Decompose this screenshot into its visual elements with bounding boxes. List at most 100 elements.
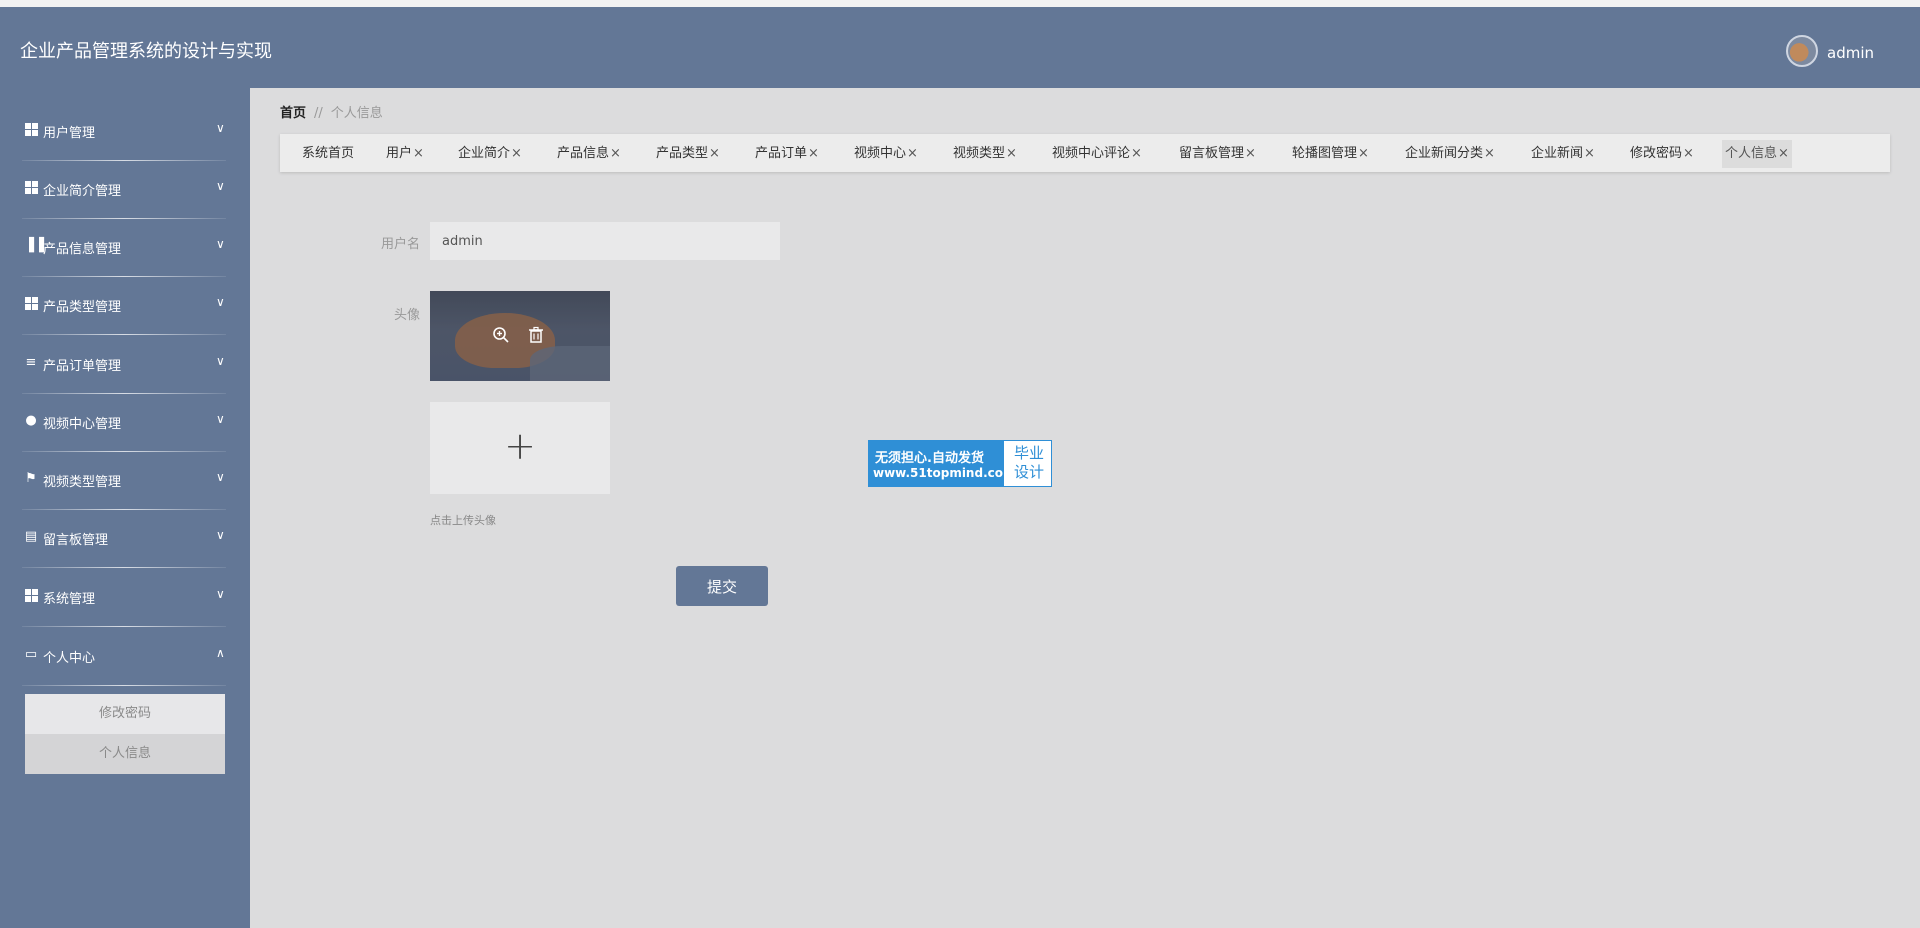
sidebar-item-label: 用户管理 — [43, 126, 96, 141]
tab-product-info[interactable]: 产品信息× — [554, 140, 624, 168]
menu-divider — [22, 334, 226, 335]
chevron-down-icon: ∨ — [216, 354, 225, 368]
user-name[interactable]: admin — [1827, 44, 1874, 62]
sidebar-item-video-type-management[interactable]: ⚑ 视频类型管理 ∨ — [0, 452, 250, 510]
close-icon[interactable]: × — [1584, 146, 1595, 161]
sidebar-item-personal-center[interactable]: ▭ 个人中心 ∧ — [0, 628, 250, 686]
watermark-right1: 毕业 — [1013, 444, 1044, 462]
grid-icon — [24, 297, 38, 311]
zoom-in-icon[interactable] — [492, 326, 510, 348]
chevron-down-icon: ∨ — [216, 470, 225, 484]
tab-label: 轮播图管理 — [1292, 146, 1358, 161]
grid-icon — [24, 589, 38, 603]
sidebar-item-message-board-management[interactable]: ▤ 留言板管理 ∨ — [0, 510, 250, 568]
menu-divider — [22, 685, 226, 686]
sidebar-item-product-info-management[interactable]: ▐▐ 产品信息管理 ∨ — [0, 219, 250, 277]
tab-label: 产品订单 — [755, 146, 808, 161]
breadcrumb-home[interactable]: 首页 — [280, 106, 306, 121]
username-label: 用户名 — [380, 237, 420, 252]
close-icon[interactable]: × — [808, 146, 819, 161]
submenu-item-personal-info[interactable]: 个人信息 — [25, 734, 225, 774]
tab-label: 视频中心评论 — [1052, 146, 1131, 161]
tab-company-intro[interactable]: 企业简介× — [455, 140, 525, 168]
menu-divider — [22, 626, 226, 627]
tab-change-password[interactable]: 修改密码× — [1627, 140, 1697, 168]
tab-label: 视频类型 — [953, 146, 1006, 161]
sidebar-item-user-management[interactable]: 用户管理 ∨ — [0, 103, 250, 161]
chevron-up-icon: ∧ — [216, 646, 225, 660]
avatar-thumbnail — [430, 291, 610, 381]
tab-label: 企业简介 — [458, 146, 511, 161]
plus-icon: + — [504, 424, 536, 468]
tab-label: 留言板管理 — [1179, 146, 1245, 161]
close-icon[interactable]: × — [610, 146, 621, 161]
watermark-badge: 无须担心.自动发货 www.51topmind.com 毕业 设计 — [868, 440, 1052, 487]
tab-video-center[interactable]: 视频中心× — [851, 140, 921, 168]
user-icon: ● — [25, 413, 37, 428]
close-icon[interactable]: × — [1006, 146, 1017, 161]
close-icon[interactable]: × — [511, 146, 522, 161]
personal-center-submenu: 修改密码 个人信息 — [25, 694, 225, 774]
submenu-item-change-password[interactable]: 修改密码 — [25, 694, 225, 734]
grid-icon — [24, 181, 38, 195]
tab-label: 修改密码 — [1630, 146, 1683, 161]
sidebar-item-product-order-management[interactable]: ≡ 产品订单管理 ∨ — [0, 336, 250, 394]
tab-bar: 系统首页 用户× 企业简介× 产品信息× 产品类型× 产品订单× 视频中心× 视… — [280, 134, 1890, 172]
sidebar-item-label: 产品类型管理 — [43, 300, 122, 315]
close-icon[interactable]: × — [413, 146, 424, 161]
tab-video-type[interactable]: 视频类型× — [950, 140, 1020, 168]
chevron-down-icon: ∨ — [216, 587, 225, 601]
tab-label: 视频中心 — [854, 146, 907, 161]
chevron-down-icon: ∨ — [216, 528, 225, 542]
sidebar-item-label: 产品订单管理 — [43, 359, 122, 374]
sidebar-item-label: 系统管理 — [43, 592, 96, 607]
sidebar-item-product-type-management[interactable]: 产品类型管理 ∨ — [0, 277, 250, 335]
delete-icon[interactable] — [527, 326, 545, 348]
card-icon: ▭ — [24, 647, 38, 662]
sidebar-item-label: 视频类型管理 — [43, 475, 122, 490]
close-icon[interactable]: × — [1484, 146, 1495, 161]
breadcrumb: 首页 // 个人信息 — [280, 102, 383, 121]
top-strip — [0, 0, 1920, 7]
close-icon[interactable]: × — [1683, 146, 1694, 161]
header: 企业产品管理系统的设计与实现 admin — [0, 7, 1920, 88]
tab-message-board[interactable]: 留言板管理× — [1176, 140, 1259, 168]
avatar-upload-button[interactable]: + — [430, 402, 610, 494]
flag-icon: ⚑ — [25, 471, 37, 486]
watermark-right: 毕业 设计 — [1007, 444, 1051, 482]
username-field[interactable] — [430, 222, 780, 260]
close-icon[interactable]: × — [709, 146, 720, 161]
breadcrumb-current: 个人信息 — [330, 106, 383, 121]
sidebar-item-company-intro-management[interactable]: 企业简介管理 ∨ — [0, 161, 250, 219]
tab-system-home[interactable]: 系统首页 — [299, 140, 357, 168]
tab-company-news[interactable]: 企业新闻× — [1528, 140, 1598, 168]
sidebar-item-video-center-management[interactable]: ● 视频中心管理 ∨ — [0, 394, 250, 452]
tab-label: 系统首页 — [302, 146, 355, 161]
chevron-down-icon: ∨ — [216, 295, 225, 309]
sidebar-item-label: 留言板管理 — [43, 533, 109, 548]
bars-icon: ▐▐ — [24, 238, 44, 253]
close-icon[interactable]: × — [1131, 146, 1142, 161]
tab-personal-info[interactable]: 个人信息× — [1722, 140, 1792, 168]
close-icon[interactable]: × — [1778, 146, 1789, 161]
tab-news-category[interactable]: 企业新闻分类× — [1402, 140, 1498, 168]
user-avatar[interactable] — [1786, 35, 1818, 67]
sidebar-item-label: 视频中心管理 — [43, 417, 122, 432]
sidebar: 用户管理 ∨ 企业简介管理 ∨ ▐▐ 产品信息管理 ∨ 产品类型管理 ∨ ≡ 产… — [0, 88, 250, 928]
watermark-right2: 设计 — [1013, 463, 1044, 481]
chevron-down-icon: ∨ — [216, 179, 225, 193]
tab-product-type[interactable]: 产品类型× — [653, 140, 723, 168]
submit-button[interactable]: 提交 — [676, 566, 768, 606]
tab-carousel[interactable]: 轮播图管理× — [1289, 140, 1372, 168]
close-icon[interactable]: × — [1358, 146, 1369, 161]
close-icon[interactable]: × — [1245, 146, 1256, 161]
tab-product-order[interactable]: 产品订单× — [752, 140, 822, 168]
tab-label: 产品信息 — [557, 146, 610, 161]
sliders-icon: ≡ — [25, 355, 37, 370]
tab-label: 产品类型 — [656, 146, 709, 161]
close-icon[interactable]: × — [907, 146, 918, 161]
tab-video-center-comments[interactable]: 视频中心评论× — [1049, 140, 1145, 168]
tab-user[interactable]: 用户× — [383, 140, 427, 168]
chevron-down-icon: ∨ — [216, 121, 225, 135]
sidebar-item-system-management[interactable]: 系统管理 ∨ — [0, 569, 250, 627]
